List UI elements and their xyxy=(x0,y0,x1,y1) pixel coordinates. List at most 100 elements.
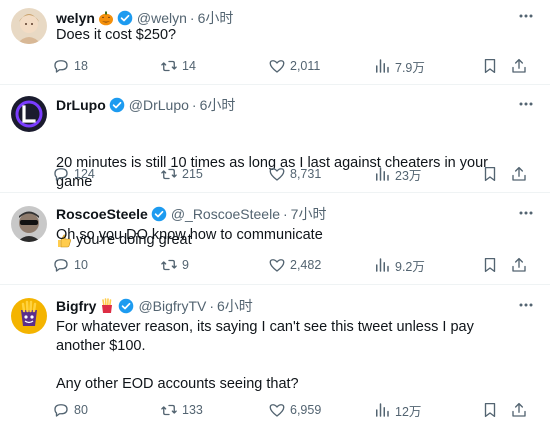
display-name[interactable]: welyn xyxy=(56,10,95,26)
avatar[interactable] xyxy=(11,8,47,44)
more-icon[interactable] xyxy=(516,295,536,315)
timestamp[interactable]: 6小时 xyxy=(198,8,234,28)
action-bar: 80 133 6,959 12万 xyxy=(52,399,542,421)
display-name[interactable]: RoscoeSteele xyxy=(56,206,148,222)
view-count: 12万 xyxy=(395,404,422,419)
more-icon[interactable] xyxy=(516,203,536,223)
tweet[interactable]: RoscoeSteele @_RoscoeSteele · 7小时 Oh so … xyxy=(0,194,550,285)
jack-o-lantern-icon xyxy=(98,10,114,26)
action-bar: 124 215 8,731 23万 xyxy=(52,163,542,185)
user-handle[interactable]: @welyn xyxy=(137,10,187,26)
bookmark-icon xyxy=(484,402,496,418)
retweet-button[interactable]: 9 xyxy=(160,254,189,276)
like-icon xyxy=(269,259,285,272)
reply-button[interactable]: 124 xyxy=(52,163,95,185)
views-button[interactable]: 23万 xyxy=(373,163,421,185)
tweet-header: RoscoeSteele @_RoscoeSteele · 7小时 xyxy=(56,204,326,224)
display-name[interactable]: Bigfry xyxy=(56,298,96,314)
timestamp[interactable]: 6小时 xyxy=(217,296,253,316)
action-bar: 10 9 2,482 9.2万 xyxy=(52,254,542,276)
views-icon xyxy=(376,167,389,181)
avatar[interactable] xyxy=(11,96,47,132)
like-button[interactable]: 2,482 xyxy=(268,254,321,276)
bookmark-icon xyxy=(484,257,496,273)
tweet-header: welyn @welyn · 6小时 xyxy=(56,8,233,28)
views-icon xyxy=(376,59,389,73)
views-button[interactable]: 7.9万 xyxy=(373,55,425,77)
retweet-icon xyxy=(161,168,177,180)
share-icon xyxy=(512,402,526,417)
reply-icon xyxy=(54,259,68,272)
avatar[interactable] xyxy=(11,206,47,242)
reply-button[interactable]: 18 xyxy=(52,55,88,77)
like-count: 2,482 xyxy=(290,258,322,272)
avatar[interactable] xyxy=(11,298,47,334)
share-button[interactable] xyxy=(510,163,528,185)
bookmark-button[interactable] xyxy=(481,254,499,276)
separator-dot: · xyxy=(283,206,288,222)
tweet[interactable]: welyn @welyn · 6小时 Does it cost $250? 18… xyxy=(0,0,550,85)
bookmark-button[interactable] xyxy=(481,55,499,77)
retweet-count: 133 xyxy=(182,403,203,417)
user-handle[interactable]: @_RoscoeSteele xyxy=(171,206,280,222)
display-name[interactable]: DrLupo xyxy=(56,97,106,113)
views-icon xyxy=(376,258,389,272)
reply-button[interactable]: 10 xyxy=(52,254,88,276)
bookmark-button[interactable] xyxy=(481,163,499,185)
user-handle[interactable]: @DrLupo xyxy=(129,97,189,113)
bookmark-icon xyxy=(484,166,496,182)
verified-badge-icon xyxy=(117,10,133,26)
retweet-icon xyxy=(161,404,177,416)
reply-button[interactable]: 80 xyxy=(52,399,88,421)
reply-icon xyxy=(54,404,68,417)
views-button[interactable]: 9.2万 xyxy=(373,254,425,276)
like-icon xyxy=(269,168,285,181)
retweet-button[interactable]: 215 xyxy=(160,163,203,185)
like-button[interactable]: 8,731 xyxy=(268,163,321,185)
share-button[interactable] xyxy=(510,55,528,77)
like-button[interactable]: 6,959 xyxy=(268,399,321,421)
verified-badge-icon xyxy=(151,206,167,222)
reply-count: 80 xyxy=(74,403,88,417)
timestamp[interactable]: 6小时 xyxy=(200,95,236,115)
retweet-icon xyxy=(161,60,177,72)
like-count: 8,731 xyxy=(290,167,322,181)
retweet-button[interactable]: 133 xyxy=(160,399,203,421)
bookmark-button[interactable] xyxy=(481,399,499,421)
reply-icon xyxy=(54,168,68,181)
tweet-header: Bigfry @BigfryTV · 6小时 xyxy=(56,296,253,316)
share-button[interactable] xyxy=(510,399,528,421)
separator-dot: · xyxy=(191,97,197,113)
tweet-text: For whatever reason, its saying I can't … xyxy=(56,319,474,392)
timestamp[interactable]: 7小时 xyxy=(291,204,327,224)
views-icon xyxy=(376,403,389,417)
retweet-count: 215 xyxy=(182,167,203,181)
tweet[interactable]: Bigfry @BigfryTV · 6小时 For whatever reas… xyxy=(0,286,550,427)
tweet-text: Does it cost $250? xyxy=(56,27,177,43)
retweet-icon xyxy=(161,259,177,271)
reply-icon xyxy=(54,60,68,73)
view-count: 9.2万 xyxy=(395,259,425,274)
tweet[interactable]: DrLupo @DrLupo · 6小时 20 minutes is still… xyxy=(0,86,550,248)
like-icon xyxy=(269,404,285,417)
separator-dot: · xyxy=(209,298,215,314)
share-icon xyxy=(512,58,526,73)
action-bar: 18 14 2,011 7.9万 xyxy=(52,55,542,77)
verified-badge-icon xyxy=(118,298,134,314)
tweet-header: DrLupo @DrLupo · 6小时 xyxy=(56,95,235,115)
retweet-button[interactable]: 14 xyxy=(160,55,196,77)
retweet-count: 14 xyxy=(182,59,196,73)
views-button[interactable]: 12万 xyxy=(373,399,421,421)
retweet-count: 9 xyxy=(182,258,189,272)
tweet-feed: welyn @welyn · 6小时 Does it cost $250? 18… xyxy=(0,0,550,427)
reply-count: 10 xyxy=(74,258,88,272)
like-count: 2,011 xyxy=(290,59,321,73)
separator-dot: · xyxy=(189,10,195,26)
bookmark-icon xyxy=(484,58,496,74)
more-icon[interactable] xyxy=(516,6,536,26)
more-icon[interactable] xyxy=(516,94,536,114)
view-count: 23万 xyxy=(395,168,422,183)
share-button[interactable] xyxy=(510,254,528,276)
user-handle[interactable]: @BigfryTV xyxy=(138,298,206,314)
like-button[interactable]: 2,011 xyxy=(268,55,320,77)
